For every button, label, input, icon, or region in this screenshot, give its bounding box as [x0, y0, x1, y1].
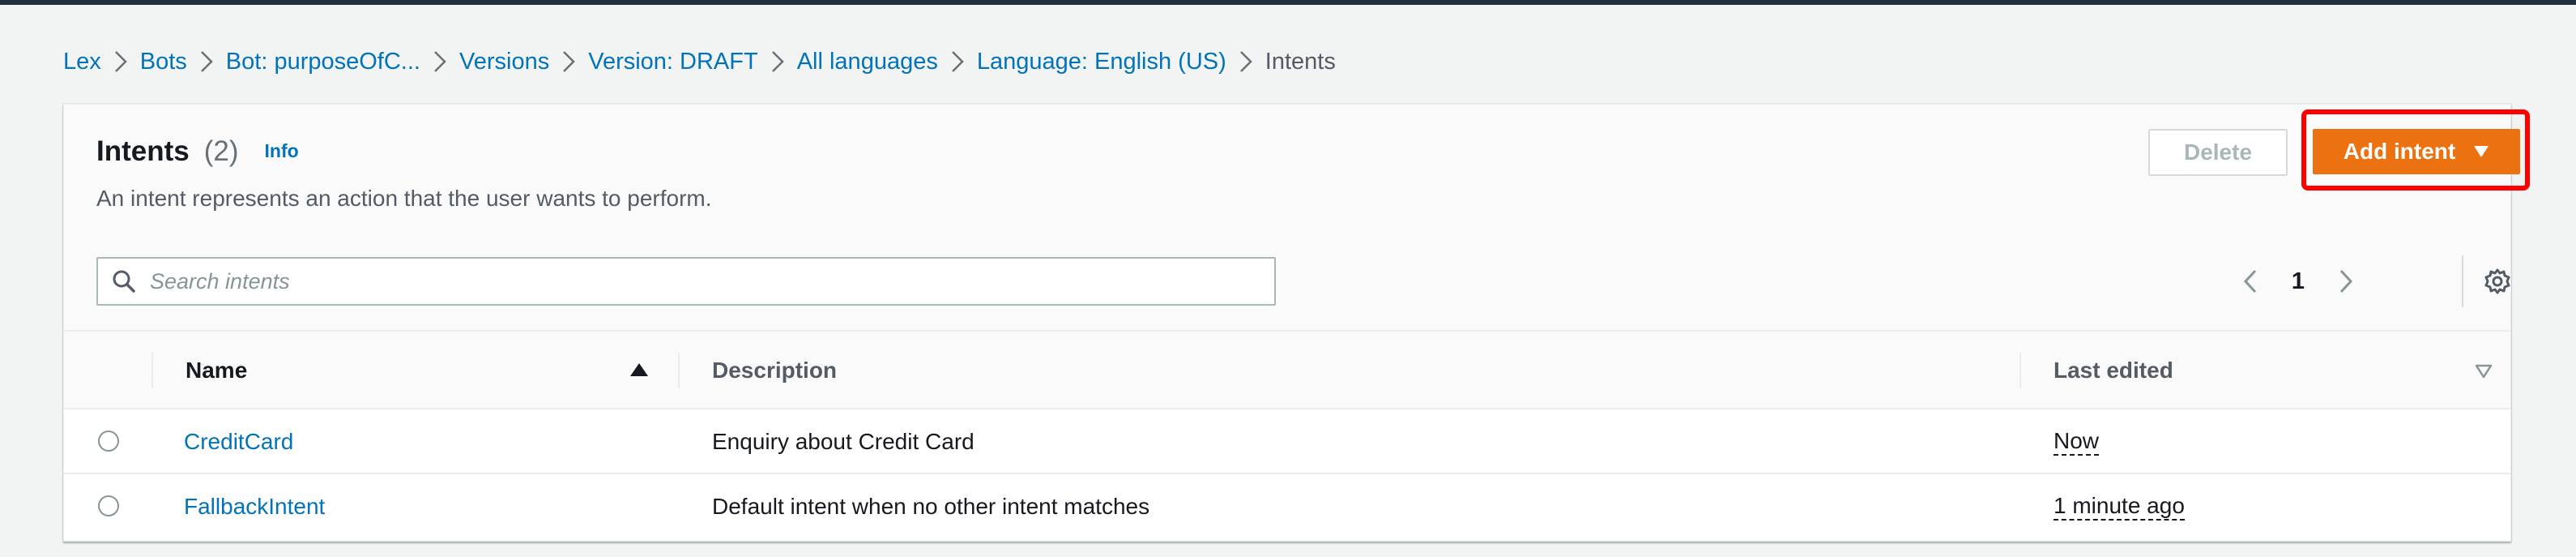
pagination: 1	[2227, 257, 2369, 306]
last-edited-cell: 1 minute ago	[2054, 474, 2185, 539]
chevron-right-icon	[758, 44, 797, 79]
search-box	[96, 257, 1276, 306]
intent-description: Enquiry about Credit Card	[712, 429, 975, 454]
column-header-description[interactable]: Description	[712, 332, 837, 409]
gear-icon	[2484, 268, 2510, 294]
panel-header: Intents (2) Info	[96, 135, 299, 168]
last-edited-time[interactable]: 1 minute ago	[2054, 493, 2185, 521]
current-page-number[interactable]: 1	[2274, 268, 2322, 295]
chevron-right-icon	[938, 44, 977, 79]
table-header: Name Description Last edited	[64, 330, 2510, 409]
breadcrumb-bots[interactable]: Bots	[140, 49, 187, 75]
table-row[interactable]: CreditCard Enquiry about Credit Card Now	[64, 409, 2510, 474]
row-select-radio[interactable]	[98, 431, 119, 452]
breadcrumb-language[interactable]: Language: English (US)	[977, 49, 1226, 75]
table-settings-button[interactable]	[2472, 255, 2523, 307]
add-intent-label: Add intent	[2343, 139, 2456, 164]
intent-name-link[interactable]: FallbackIntent	[184, 474, 325, 539]
column-header-name[interactable]: Name	[186, 332, 247, 409]
row-select-radio[interactable]	[98, 495, 119, 516]
intents-panel: Intents (2) Info An intent represents an…	[63, 104, 2530, 542]
panel-title: Intents	[96, 135, 190, 167]
delete-button[interactable]: Delete	[2148, 129, 2288, 176]
column-divider	[151, 353, 153, 388]
chevron-right-icon	[2339, 269, 2353, 293]
sort-ascending-icon[interactable]	[629, 362, 649, 381]
breadcrumb-version-draft[interactable]: Version: DRAFT	[588, 49, 758, 75]
chevron-right-icon	[187, 44, 226, 79]
breadcrumb-lex[interactable]: Lex	[63, 49, 101, 75]
column-divider	[2019, 353, 2021, 388]
breadcrumb: Lex Bots Bot: purposeOfC... Versions Ver…	[63, 44, 1336, 79]
breadcrumb-all-languages[interactable]: All languages	[797, 49, 938, 75]
highlight-box: Add intent	[2301, 109, 2530, 191]
breadcrumb-current-intents: Intents	[1265, 48, 1336, 75]
previous-page-button[interactable]	[2227, 258, 2274, 305]
intent-count: (2)	[203, 135, 239, 167]
chevron-left-icon	[2243, 269, 2257, 293]
caret-down-icon	[2474, 146, 2489, 157]
last-edited-time[interactable]: Now	[2054, 428, 2100, 456]
search-icon	[98, 259, 150, 304]
column-divider	[678, 353, 680, 388]
add-intent-button[interactable]: Add intent	[2313, 129, 2520, 174]
column-header-last-edited[interactable]: Last edited	[2054, 332, 2173, 409]
chevron-right-icon	[1226, 44, 1265, 79]
breadcrumb-versions[interactable]: Versions	[459, 49, 549, 75]
sort-indicator-icon[interactable]	[2475, 364, 2493, 383]
search-input[interactable]	[150, 259, 1274, 304]
panel-description: An intent represents an action that the …	[96, 186, 712, 211]
intent-name-link[interactable]: CreditCard	[184, 409, 293, 474]
intents-table: Name Description Last edited CreditCard …	[64, 330, 2510, 539]
pagination-divider	[2462, 255, 2463, 307]
top-navigation-strip	[0, 0, 2576, 5]
next-page-button[interactable]	[2322, 258, 2369, 305]
table-row[interactable]: FallbackIntent Default intent when no ot…	[64, 474, 2510, 539]
info-link[interactable]: Info	[265, 140, 299, 162]
chevron-right-icon	[420, 44, 459, 79]
breadcrumb-bot[interactable]: Bot: purposeOfC...	[226, 49, 420, 75]
intent-description: Default intent when no other intent matc…	[712, 494, 1150, 519]
last-edited-cell: Now	[2054, 409, 2100, 474]
chevron-right-icon	[549, 44, 588, 79]
chevron-right-icon	[101, 44, 140, 79]
